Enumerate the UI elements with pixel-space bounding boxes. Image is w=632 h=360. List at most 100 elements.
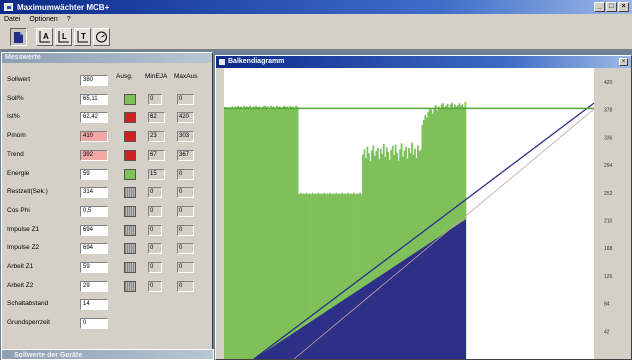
y-tick-label: 252 (604, 191, 613, 197)
balkendiagramm-caption: Balkendiagramm (216, 56, 631, 68)
chart-t-icon: T (77, 31, 88, 43)
messwert-value: 314 (80, 187, 108, 199)
ausgang-indicator (124, 205, 136, 217)
messwert-value: 62,42 (80, 112, 108, 124)
balkendiagramm-window[interactable]: Balkendiagramm × 420 378 336 294 252 210 168 12… (215, 55, 632, 360)
messwert-value: 694 (80, 243, 108, 255)
messwert-row: Impulse Z2 694 0 0 (2, 242, 212, 258)
toolbar-chart-t-button[interactable]: T (74, 28, 91, 46)
messwerte-window[interactable]: Messwerte Ausg. MinEJA MaxAus Sollwert 38… (1, 52, 213, 350)
messwert-value: 59 (80, 262, 108, 273)
max-value: 0 (177, 205, 194, 217)
min-value: 23 (148, 131, 165, 143)
app-icon (4, 3, 13, 11)
chart-l-icon: L (58, 31, 69, 43)
ausgang-indicator (124, 93, 136, 105)
messwert-row: Ist% 62,42 62 420 (2, 111, 212, 127)
messwert-label: Impulse Z2 (7, 244, 40, 252)
max-value: 367 (177, 149, 194, 161)
y-tick-label: 42 (604, 329, 610, 335)
ausgang-indicator (124, 168, 136, 180)
ausgang-indicator (124, 149, 136, 161)
messwert-label: Sollwert (7, 76, 31, 83)
gauge-icon (96, 31, 107, 43)
ausgang-indicator (124, 280, 136, 292)
max-value: 0 (177, 93, 194, 105)
messwert-row: Schaltabstand 14 (2, 298, 212, 314)
ausgang-indicator (124, 187, 136, 199)
min-value: 0 (148, 224, 162, 236)
messwert-row: Soll% 65,11 0 0 (2, 93, 212, 109)
messwert-row: Arbeit Z2 29 0 0 (2, 280, 212, 296)
messwert-value: 59 (80, 168, 108, 180)
menu-datei[interactable]: Datei (4, 16, 20, 23)
min-value: 0 (148, 243, 162, 255)
messwert-label: Pmom (7, 132, 26, 140)
messwert-row: Restzeit(Sek.) 314 0 0 (2, 186, 212, 202)
max-value: 0 (177, 262, 194, 273)
messwert-label: Schaltabstand (7, 300, 49, 308)
messwert-row: Pmom 410 23 303 (2, 130, 212, 146)
messwert-row: Cos Phi 0,5 0 0 (2, 205, 212, 221)
sollwerte-window-caption[interactable]: Sollwerte der Geräte (1, 349, 214, 360)
balkendiagramm-close-button[interactable]: × (619, 58, 628, 66)
messwert-value: 0 (80, 318, 108, 330)
y-tick-label: 210 (604, 219, 613, 225)
messwert-row: Energie 59 15 0 (2, 168, 212, 184)
toolbar-chart-l-button[interactable]: L (55, 28, 72, 46)
min-value: 15 (148, 168, 165, 180)
max-value: 303 (177, 131, 194, 143)
messwert-row: Trend 392 67 367 (2, 149, 212, 165)
max-value: 0 (177, 243, 194, 255)
max-value: 420 (177, 112, 194, 124)
min-value: 67 (148, 149, 165, 161)
max-value: 0 (177, 280, 194, 292)
messwert-value: 14 (80, 299, 108, 311)
window-icon (219, 59, 225, 65)
min-value: 0 (148, 262, 162, 273)
document-icon (14, 32, 23, 43)
chart-a-icon: A (39, 31, 50, 43)
chart-t-label: T (81, 32, 86, 41)
messwert-label: Soll% (7, 94, 24, 102)
menu-optionen[interactable]: Optionen (29, 16, 57, 23)
messwert-label: Restzeit(Sek.) (7, 188, 48, 196)
y-tick-label: 84 (604, 302, 610, 308)
messwert-label: Energie (7, 169, 30, 177)
messwert-label: Cos Phi (7, 206, 30, 214)
ausgang-indicator (124, 262, 136, 273)
y-tick-label: 168 (604, 246, 613, 252)
messwert-value: 65,11 (80, 93, 108, 105)
maximize-button[interactable]: □ (606, 2, 617, 12)
y-tick-label: 336 (604, 135, 613, 141)
messwert-row: Arbeit Z1 59 0 0 (2, 261, 212, 277)
y-tick-label: 126 (604, 274, 613, 280)
ausgang-indicator (124, 243, 136, 255)
messwert-row: Sollwert 380 (2, 74, 212, 90)
close-button[interactable]: × (618, 2, 629, 12)
toolbar-chart-a-button[interactable]: A (36, 28, 53, 46)
messwert-value: 29 (80, 280, 108, 292)
menu-help[interactable]: ? (67, 16, 71, 23)
ausgang-indicator (124, 112, 136, 124)
messwert-label: Ist% (7, 113, 20, 121)
messwert-row: Impulse Z1 694 0 0 (2, 224, 212, 240)
messwert-label: Arbeit Z2 (7, 281, 34, 289)
messwert-value: 410 (80, 131, 108, 143)
toolbar: A L T (0, 25, 632, 50)
max-value: 0 (177, 187, 194, 199)
minimize-button[interactable]: _ (594, 2, 605, 12)
toolbar-document-button[interactable] (10, 28, 27, 46)
messwert-value: 0,5 (80, 205, 108, 217)
messwert-label: Grundsperrzeit (7, 319, 50, 327)
min-value: 62 (148, 112, 165, 124)
balkendiagramm-title: Balkendiagramm (228, 58, 285, 65)
max-value: 0 (177, 168, 194, 180)
toolbar-gauge-button[interactable] (93, 28, 110, 46)
main-title-bar: Maximumwächter MCB+ _ □ × (0, 0, 632, 14)
y-tick-label: 420 (604, 80, 613, 86)
chart-l-label: L (62, 32, 67, 41)
messwert-value: 380 (80, 75, 108, 86)
min-value: 0 (148, 280, 162, 292)
chart-a-label: A (43, 32, 49, 41)
